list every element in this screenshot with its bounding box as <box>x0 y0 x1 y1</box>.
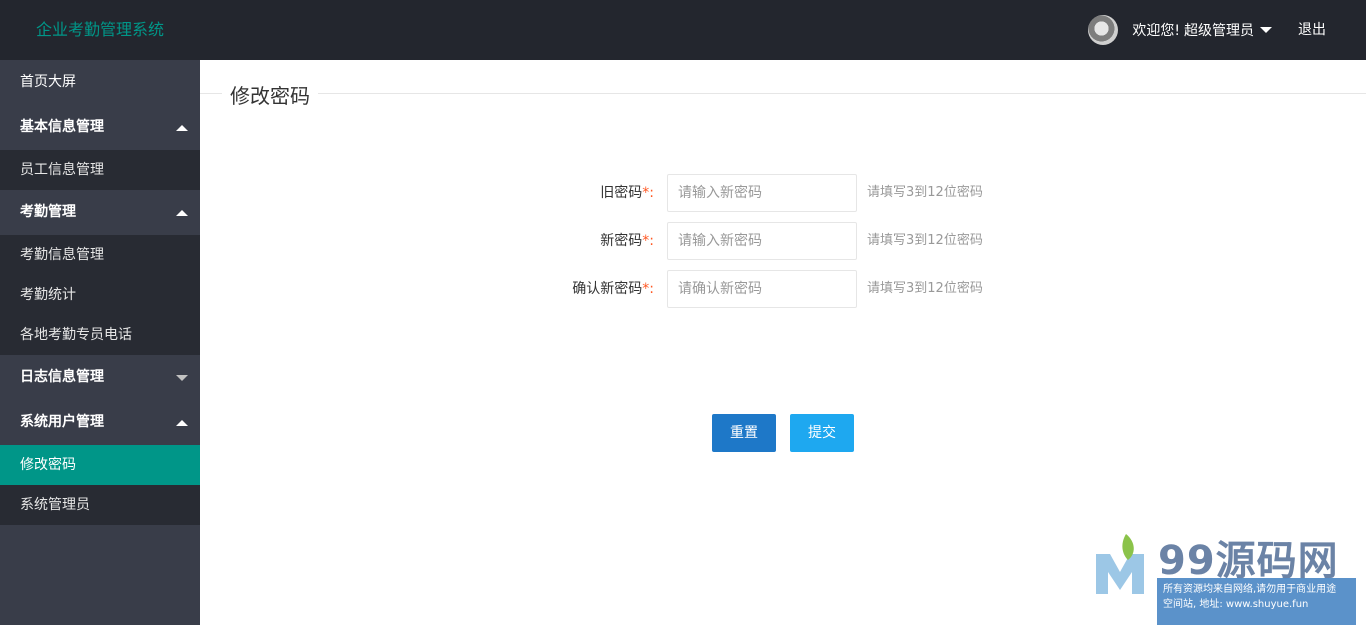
old-password-input[interactable] <box>667 174 857 212</box>
sidebar-group-system-users[interactable]: 系统用户管理 <box>0 400 200 445</box>
welcome-text: 欢迎您! <box>1132 23 1180 39</box>
sidebar-item-system-admin[interactable]: 系统管理员 <box>0 485 200 525</box>
sidebar-item-attendance-info[interactable]: 考勤信息管理 <box>0 235 200 275</box>
user-menu[interactable]: 欢迎您! 超级管理员 <box>1088 15 1272 45</box>
confirm-password-label-text: 确认新密码 <box>572 281 643 297</box>
section-divider <box>200 93 1366 94</box>
sidebar-item-label: 系统管理员 <box>20 497 90 513</box>
sidebar-group-attendance[interactable]: 考勤管理 <box>0 190 200 235</box>
sidebar-item-label: 员工信息管理 <box>20 162 104 178</box>
logout-link[interactable]: 退出 <box>1298 0 1326 60</box>
new-password-label: 新密码*: <box>600 222 654 260</box>
sidebar-item-label: 考勤管理 <box>20 204 76 220</box>
old-password-label-text: 旧密码 <box>600 185 643 201</box>
chevron-down-icon[interactable] <box>1260 27 1272 33</box>
new-password-label-text: 新密码 <box>600 233 643 249</box>
page-title: 修改密码 <box>222 80 318 109</box>
chevron-up-icon <box>176 210 188 216</box>
old-password-label: 旧密码*: <box>600 174 654 212</box>
form-row-old-password: 旧密码*: 请填写3到12位密码 <box>200 174 1366 212</box>
reset-button[interactable]: 重置 <box>712 414 776 452</box>
form-row-confirm-password: 确认新密码*: 请填写3到12位密码 <box>200 270 1366 308</box>
watermark-logo-icon <box>1096 534 1144 594</box>
avatar[interactable] <box>1088 15 1119 45</box>
sidebar-item-label: 基本信息管理 <box>20 119 104 135</box>
sidebar-item-label: 系统用户管理 <box>20 414 104 430</box>
sidebar-item-label: 考勤统计 <box>20 287 76 303</box>
watermark-line-1: 所有资源均来自网络,请勿用于商业用途 <box>1163 584 1337 595</box>
new-password-input[interactable] <box>667 222 857 260</box>
confirm-password-input[interactable] <box>667 270 857 308</box>
watermark-notice: 所有资源均来自网络,请勿用于商业用途 空间站, 地址: www.shuyue.f… <box>1157 578 1356 625</box>
label-colon: : <box>649 185 654 201</box>
sidebar-item-label: 修改密码 <box>20 457 76 473</box>
sidebar-item-label: 各地考勤专员电话 <box>20 327 132 343</box>
sidebar-item-attendance-contacts[interactable]: 各地考勤专员电话 <box>0 315 200 355</box>
sidebar-item-label: 考勤信息管理 <box>20 247 104 263</box>
label-colon: : <box>649 281 654 297</box>
chevron-up-icon <box>176 125 188 131</box>
label-colon: : <box>649 233 654 249</box>
chevron-up-icon <box>176 420 188 426</box>
form-row-new-password: 新密码*: 请填写3到12位密码 <box>200 222 1366 260</box>
app-title[interactable]: 企业考勤管理系统 <box>36 0 164 60</box>
sidebar-item-label: 日志信息管理 <box>20 369 104 385</box>
sidebar-group-basic-info[interactable]: 基本信息管理 <box>0 105 200 150</box>
username[interactable]: 超级管理员 <box>1184 20 1254 40</box>
new-password-hint: 请填写3到12位密码 <box>867 233 983 248</box>
sidebar-item-change-password[interactable]: 修改密码 <box>0 445 200 485</box>
watermark-line-2: 空间站, 地址: www.shuyue.fun <box>1163 599 1309 610</box>
sidebar-item-employee-info[interactable]: 员工信息管理 <box>0 150 200 190</box>
sidebar-item-attendance-stats[interactable]: 考勤统计 <box>0 275 200 315</box>
submit-button[interactable]: 提交 <box>790 414 854 452</box>
confirm-password-label: 确认新密码*: <box>572 270 654 308</box>
sidebar-item-label: 首页大屏 <box>20 74 76 90</box>
old-password-hint: 请填写3到12位密码 <box>867 185 983 200</box>
top-header: 企业考勤管理系统 欢迎您! 超级管理员 退出 <box>0 0 1366 60</box>
chevron-down-icon <box>176 375 188 381</box>
sidebar-item-home-dashboard[interactable]: 首页大屏 <box>0 60 200 105</box>
sidebar: 首页大屏 基本信息管理 员工信息管理 考勤管理 考勤信息管理 考勤统计 各地考勤… <box>0 60 200 625</box>
confirm-password-hint: 请填写3到12位密码 <box>867 281 983 296</box>
sidebar-group-logs[interactable]: 日志信息管理 <box>0 355 200 400</box>
